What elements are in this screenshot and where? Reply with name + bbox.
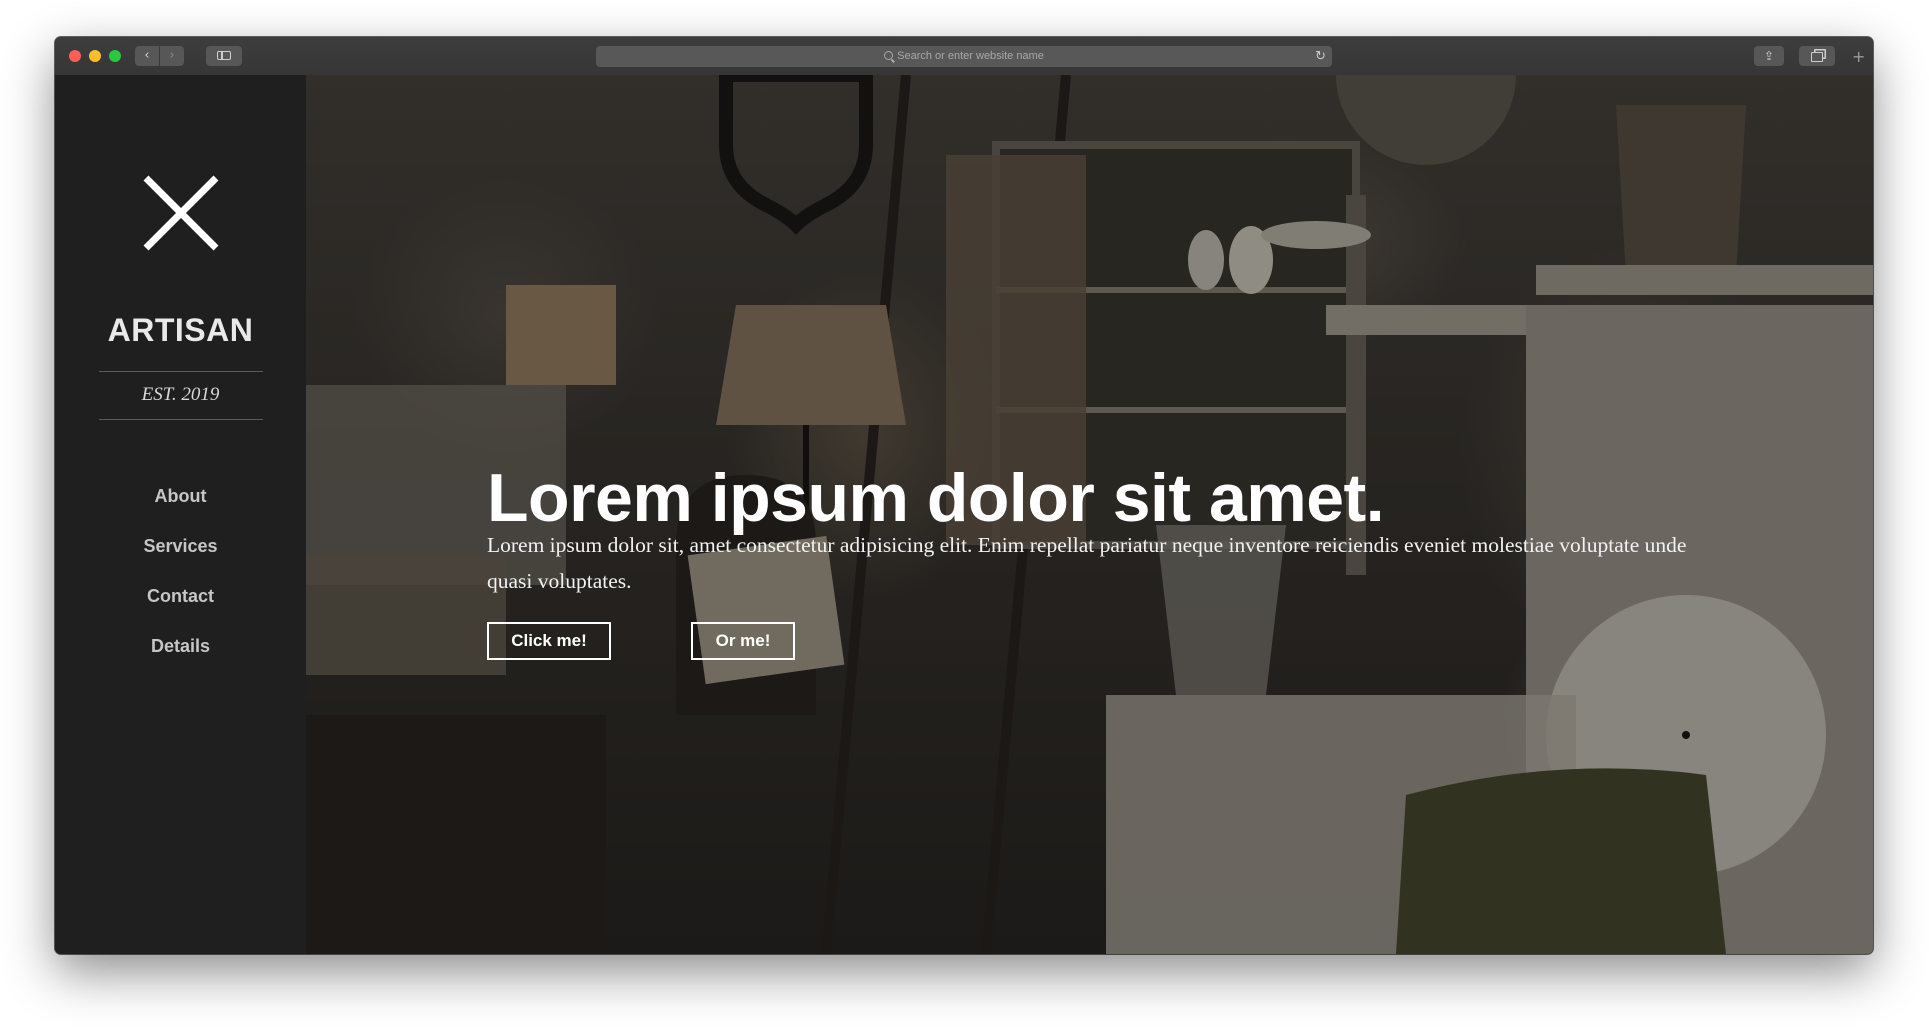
established-label: EST. 2019 <box>141 384 220 405</box>
hero-section: Lorem ipsum dolor sit amet. Lorem ipsum … <box>306 75 1873 954</box>
sidebar-nav: About Services Contact Details <box>55 484 306 684</box>
maximize-window-button[interactable] <box>109 50 121 62</box>
page-content: ARTISAN EST. 2019 About Services Contact… <box>55 75 1873 954</box>
nav-link-services[interactable]: Services <box>55 534 306 584</box>
share-button[interactable]: ⇪ <box>1754 46 1784 66</box>
share-icon: ⇪ <box>1763 49 1775 63</box>
close-x-logo-icon[interactable] <box>142 174 220 252</box>
sidebar-icon <box>217 51 231 60</box>
back-button[interactable]: ‹ <box>135 46 159 66</box>
browser-window: ‹ › Search or enter website name ↻ ⇪ + A… <box>55 37 1873 954</box>
site-sidebar: ARTISAN EST. 2019 About Services Contact… <box>55 75 306 954</box>
browser-toolbar: ‹ › Search or enter website name ↻ ⇪ + <box>55 37 1873 76</box>
or-me-button[interactable]: Or me! <box>691 622 795 660</box>
nav-link-contact[interactable]: Contact <box>55 584 306 634</box>
sidebar-toggle-button[interactable] <box>206 46 242 66</box>
tabs-icon <box>1811 52 1823 62</box>
address-placeholder: Search or enter website name <box>897 50 1044 62</box>
nav-link-details[interactable]: Details <box>55 634 306 684</box>
close-window-button[interactable] <box>69 50 81 62</box>
hero-title: Lorem ipsum dolor sit amet. <box>487 460 1385 536</box>
divider <box>99 371 263 372</box>
chevron-left-icon: ‹ <box>144 48 150 63</box>
click-me-button[interactable]: Click me! <box>487 622 611 660</box>
new-tab-button[interactable]: + <box>1852 47 1865 67</box>
show-tabs-button[interactable] <box>1799 46 1835 66</box>
minimize-window-button[interactable] <box>89 50 101 62</box>
reload-icon[interactable]: ↻ <box>1315 46 1326 67</box>
divider <box>99 419 263 420</box>
chevron-right-icon: › <box>169 48 175 63</box>
search-icon <box>884 51 894 60</box>
brand-name: ARTISAN <box>107 312 254 348</box>
address-bar[interactable]: Search or enter website name ↻ <box>596 46 1332 67</box>
nav-link-about[interactable]: About <box>55 484 306 534</box>
forward-button[interactable]: › <box>160 46 184 66</box>
hero-description: Lorem ipsum dolor sit, amet consectetur … <box>487 533 1687 593</box>
